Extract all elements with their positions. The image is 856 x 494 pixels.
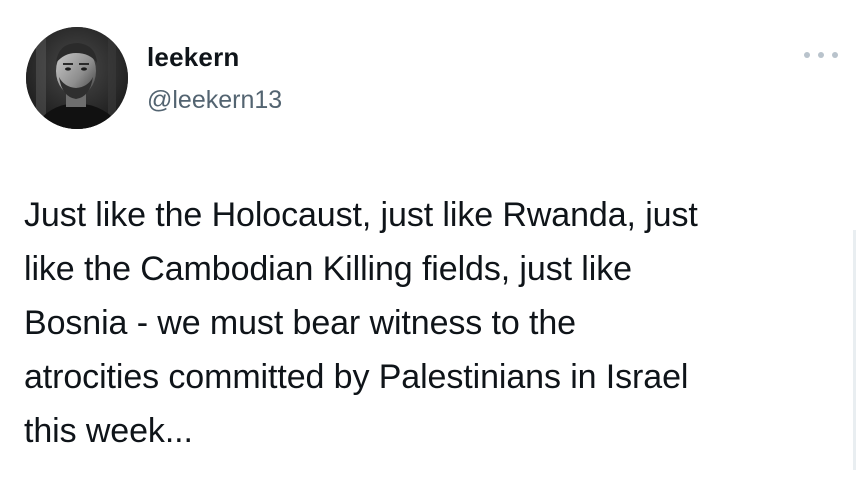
more-options-button[interactable] <box>804 45 838 65</box>
tweet-text: Just like the Holocaust, just like Rwand… <box>24 196 698 450</box>
avatar[interactable] <box>26 27 128 129</box>
more-horizontal-icon <box>804 52 810 58</box>
tweet-card: leekern @leekern13 Just like the Holocau… <box>0 0 856 494</box>
more-horizontal-icon-dot <box>818 52 824 58</box>
more-horizontal-icon-dot <box>832 52 838 58</box>
user-handle[interactable]: @leekern13 <box>147 85 282 115</box>
display-name[interactable]: leekern <box>147 42 239 72</box>
avatar-photo <box>26 27 128 129</box>
